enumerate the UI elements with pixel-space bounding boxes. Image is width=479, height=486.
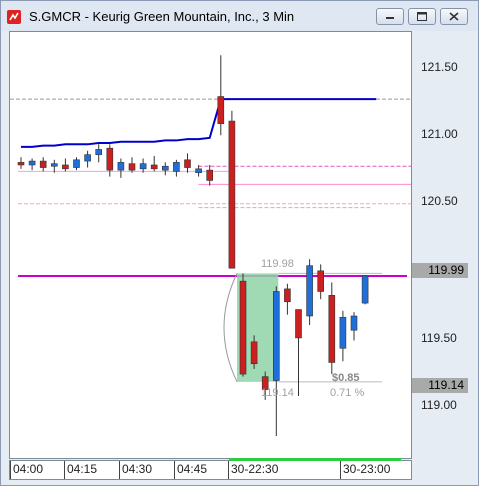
candle-body [17,162,25,166]
chart-window: S.GMCR - Keurig Green Mountain, Inc., 3 … [0,0,479,486]
x-tick-label: 04:15 [67,462,98,476]
y-tick-label: 119.00 [421,398,457,412]
candle-body [295,309,302,339]
x-tick-label: 04:00 [13,462,44,476]
candle-body [106,147,114,171]
candle-body [272,291,280,381]
title-bar[interactable]: S.GMCR - Keurig Green Mountain, Inc., 3 … [1,1,478,31]
candle-body [239,280,247,375]
close-button[interactable] [440,8,468,25]
x-tick [340,461,341,479]
x-tick [119,461,120,479]
candle-body [206,169,213,181]
x-tick [228,461,229,479]
minimize-icon [386,17,394,19]
x-tick-label: 30-22:30 [231,462,279,476]
candle-body [250,341,258,365]
candle-body [361,275,369,304]
measure-high-label: 119.98 [261,258,294,270]
candle-body [184,159,191,168]
indicator-line [21,98,377,148]
measure-low-tag: 119.14 [412,378,468,393]
candle-body [150,164,158,170]
candle-body [306,265,313,317]
candle-body [317,270,325,292]
x-tick-label: 30-23:00 [343,462,391,476]
x-tick [10,461,11,479]
restore-icon [417,12,427,21]
candle-body [195,168,202,174]
y-tick-label: 121.00 [421,127,458,141]
candle-body [39,160,47,168]
candle-body [117,162,125,171]
candle-body [173,162,180,172]
y-tick-label: 121.50 [421,60,458,74]
candle-body [339,316,347,349]
measure-low-label: 119.14 [261,387,294,399]
time-axis[interactable]: 04:00 04:15 04:30 04:45 30-22:30 30-23:0… [9,458,412,480]
window-title: S.GMCR - Keurig Green Mountain, Inc., 3 … [29,9,295,24]
session-bar [229,458,401,461]
candle-body [28,160,36,166]
candle-body [139,163,147,170]
app-icon [7,10,21,24]
candle-body [228,120,236,269]
candle-body [84,154,91,162]
candle-body [217,96,225,124]
last-price-tag: 119.99 [412,263,468,278]
measure-arc [223,273,238,383]
minimize-button[interactable] [376,8,404,25]
x-tick [64,461,65,479]
candle-body [50,163,58,167]
y-tick-label: 119.50 [421,331,457,345]
candle-body [284,288,291,303]
price-chart[interactable]: 119.98 119.14 $0.85 0.71 % [9,31,412,459]
candle-body [350,315,358,331]
measure-percent-label: 0.71 % [330,387,365,399]
x-tick-label: 04:45 [177,462,208,476]
x-tick [174,461,175,479]
candle-body [128,163,136,171]
x-tick-label: 04:30 [122,462,153,476]
candle-body [162,165,169,171]
close-icon [449,12,459,21]
restore-button[interactable] [408,8,436,25]
candle-body [62,164,69,170]
candle-body [328,295,336,363]
measure-change-label: $0.85 [332,372,360,384]
y-tick-label: 120.50 [421,194,458,208]
candle-body [95,149,102,155]
candle-body [73,159,80,168]
